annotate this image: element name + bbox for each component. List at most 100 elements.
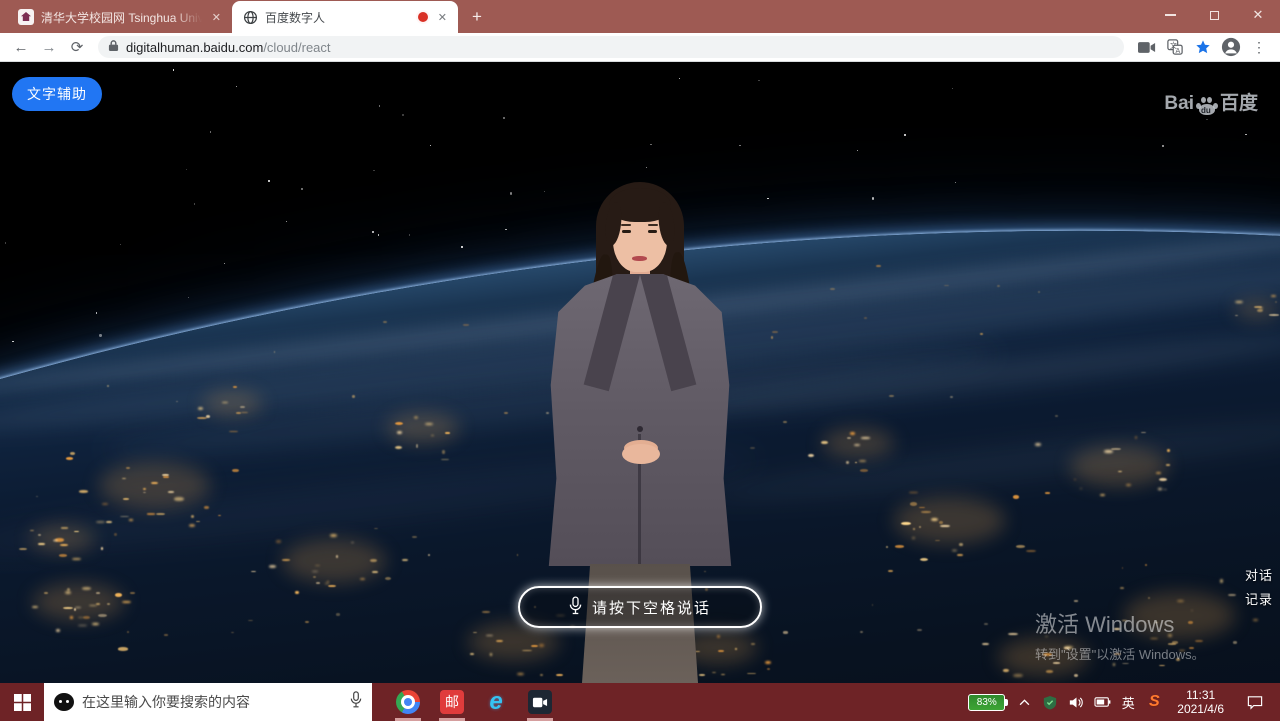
city-light [96,521,105,523]
start-button[interactable] [0,683,44,721]
mail-taskbar-icon[interactable]: 邮 [430,683,474,721]
bookmark-star-icon[interactable] [1190,35,1216,59]
tab-close-icon[interactable]: ✕ [435,9,450,26]
tab-title: 清华大学校园网 Tsinghua Univ [41,9,202,26]
pinned-apps: 邮 e [386,683,562,721]
eyebrow [621,224,631,226]
maximize-button[interactable] [1192,0,1236,30]
taskbar-clock[interactable]: 11:31 2021/4/6 [1169,688,1232,716]
city-light [33,583,124,622]
city-light [1135,436,1138,439]
tab-tsinghua[interactable]: 清华大学校园网 Tsinghua Univ ✕ [8,1,232,33]
city-light [1271,295,1276,297]
battery-percent-badge[interactable]: 83% [968,694,1005,711]
city-light [1166,464,1169,465]
city-light [240,406,245,408]
refresh-button[interactable]: ⟳ [64,35,90,59]
new-tab-button[interactable]: + [464,4,490,30]
tab-close-icon[interactable]: ✕ [209,9,224,26]
microphone-icon [569,596,582,619]
city-light [233,386,237,388]
city-light [1145,564,1148,566]
translate-icon[interactable]: 文A [1162,35,1188,59]
city-light [203,391,262,416]
city-light [383,321,387,323]
speak-hint-label: 请按下空格说话 [592,597,711,618]
taskbar-search-box[interactable] [44,683,372,721]
browser-menu-icon[interactable]: ⋮ [1246,35,1272,59]
window-controls: ✕ [1148,0,1280,30]
profile-avatar-icon[interactable] [1218,35,1244,59]
city-light [1074,479,1077,480]
close-window-button[interactable]: ✕ [1236,0,1280,30]
browser-window: 清华大学校园网 Tsinghua Univ ✕ 百度数字人 ✕ + ✕ ← → … [0,0,1280,721]
city-light [70,616,73,619]
internet-explorer-taskbar-icon[interactable]: e [474,683,518,721]
activate-windows-line2: 转到"设置"以激活 Windows。 [1035,644,1205,663]
city-light [772,331,777,333]
city-light [122,601,131,603]
city-light [1167,449,1170,451]
lapel [640,267,697,392]
city-light [72,558,81,560]
press-space-to-speak-button[interactable]: 请按下空格说话 [518,586,762,628]
city-light [305,621,309,623]
minimize-button[interactable] [1148,0,1192,30]
city-light [428,554,430,556]
city-light [231,632,235,633]
city-light [517,554,519,556]
sogou-input-icon[interactable]: S [1143,693,1165,711]
forward-button[interactable]: → [36,35,62,59]
city-light [1141,432,1146,433]
city-light [1045,492,1050,494]
windows-taskbar: 邮 e 83% 英 S 11:31 2021/4/6 [0,683,1280,721]
action-center-icon[interactable] [1244,695,1266,710]
input-language-indicator[interactable]: 英 [1117,693,1139,712]
digital-human-video: 文字辅助 Bai du 百度 请按下空格说话 对话 记录 激活 Windows … [0,62,1280,683]
defender-shield-icon[interactable] [1039,695,1061,710]
activate-windows-line1: 激活 Windows [1035,607,1205,639]
dialog-panel-button[interactable]: 对话 [1245,565,1273,584]
city-light [496,640,502,642]
city-light [191,515,194,518]
city-light [352,395,354,397]
city-light [92,623,99,625]
tab-digital-human[interactable]: 百度数字人 ✕ [232,1,458,33]
url-domain: digitalhuman.baidu.com [126,40,263,55]
city-light [1148,597,1150,598]
address-bar[interactable]: digitalhuman.baidu.com/cloud/react [98,36,1124,58]
city-light [1008,633,1018,635]
city-light [952,550,957,552]
browser-tab-strip: 清华大学校园网 Tsinghua Univ ✕ 百度数字人 ✕ + ✕ [0,0,1280,33]
record-panel-button[interactable]: 记录 [1245,589,1273,608]
city-light [269,565,276,568]
city-light [372,571,378,574]
volume-icon[interactable] [1065,696,1087,709]
city-light [129,519,133,520]
city-light [767,668,770,670]
back-button[interactable]: ← [8,35,34,59]
city-light [120,516,129,517]
city-light [248,620,253,621]
browser-toolbar: ← → ⟳ digitalhuman.baidu.com/cloud/react… [0,33,1280,62]
city-light [889,395,894,397]
search-microphone-icon[interactable] [350,691,362,713]
city-light [872,604,874,606]
text-assist-button[interactable]: 文字辅助 [12,77,102,111]
city-light [360,578,366,580]
camera-access-icon[interactable] [1134,35,1160,59]
taskbar-search-input[interactable] [82,694,342,710]
city-light [1080,488,1083,489]
chrome-taskbar-icon[interactable] [386,683,430,721]
city-light [82,587,91,590]
city-light [1159,665,1165,666]
tray-chevron-up-icon[interactable] [1013,699,1035,706]
battery-tray-icon[interactable] [1091,697,1113,707]
clasped-hands [622,444,660,464]
city-light [1233,641,1238,644]
city-light [771,336,773,338]
camera-app-taskbar-icon[interactable] [518,683,562,721]
city-light [313,576,316,578]
city-light [123,498,129,500]
city-light [330,534,338,537]
